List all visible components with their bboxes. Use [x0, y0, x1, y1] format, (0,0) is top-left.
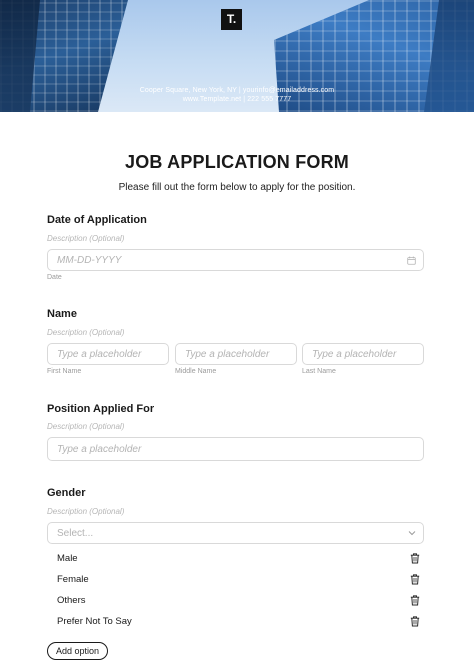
first-name-input[interactable]: Type a placeholder — [47, 343, 169, 365]
header-banner: T. Cooper Square, New York, NY | yourinf… — [0, 0, 474, 112]
contact-website-phone: www.Template.net | 222 555 7777 — [182, 96, 292, 103]
gender-select-placeholder: Select... — [57, 528, 94, 539]
first-name-placeholder: Type a placeholder — [57, 349, 142, 360]
gender-description: Description (Optional) — [47, 507, 125, 516]
last-name-placeholder: Type a placeholder — [312, 349, 397, 360]
trash-icon[interactable] — [410, 616, 420, 627]
position-placeholder: Type a placeholder — [57, 444, 142, 455]
add-option-button[interactable]: Add option — [47, 642, 108, 660]
name-description: Description (Optional) — [47, 328, 125, 337]
contact-address-email: Cooper Square, New York, NY | yourinfo@e… — [139, 87, 335, 94]
gender-option-prefer-not-to-say[interactable]: Prefer Not To Say — [57, 616, 132, 627]
date-description: Description (Optional) — [47, 234, 125, 243]
date-input[interactable]: MM-DD-YYYY — [47, 249, 424, 271]
brand-logo: T. — [221, 9, 242, 30]
calendar-icon[interactable] — [407, 256, 416, 265]
gender-select[interactable]: Select... — [47, 522, 424, 544]
last-name-input[interactable]: Type a placeholder — [302, 343, 424, 365]
form-title: JOB APPLICATION FORM — [125, 152, 349, 172]
trash-icon[interactable] — [410, 553, 420, 564]
middle-name-input[interactable]: Type a placeholder — [175, 343, 297, 365]
first-name-sublabel: First Name — [47, 368, 82, 375]
gender-option-female[interactable]: Female — [57, 574, 89, 585]
position-input[interactable]: Type a placeholder — [47, 437, 424, 461]
gender-option-others[interactable]: Others — [57, 595, 86, 606]
trash-icon[interactable] — [410, 574, 420, 585]
name-label: Name — [47, 308, 77, 320]
position-description: Description (Optional) — [47, 422, 125, 431]
gender-option-male[interactable]: Male — [57, 553, 78, 564]
date-sublabel: Date — [47, 274, 62, 281]
last-name-sublabel: Last Name — [302, 368, 336, 375]
date-placeholder: MM-DD-YYYY — [57, 255, 122, 266]
middle-name-sublabel: Middle Name — [175, 368, 217, 375]
chevron-down-icon[interactable] — [408, 530, 416, 536]
middle-name-placeholder: Type a placeholder — [185, 349, 270, 360]
trash-icon[interactable] — [410, 595, 420, 606]
form-subtitle: Please fill out the form below to apply … — [118, 182, 356, 193]
gender-label: Gender — [47, 487, 86, 499]
date-label: Date of Application — [47, 214, 147, 226]
position-label: Position Applied For — [47, 403, 155, 415]
